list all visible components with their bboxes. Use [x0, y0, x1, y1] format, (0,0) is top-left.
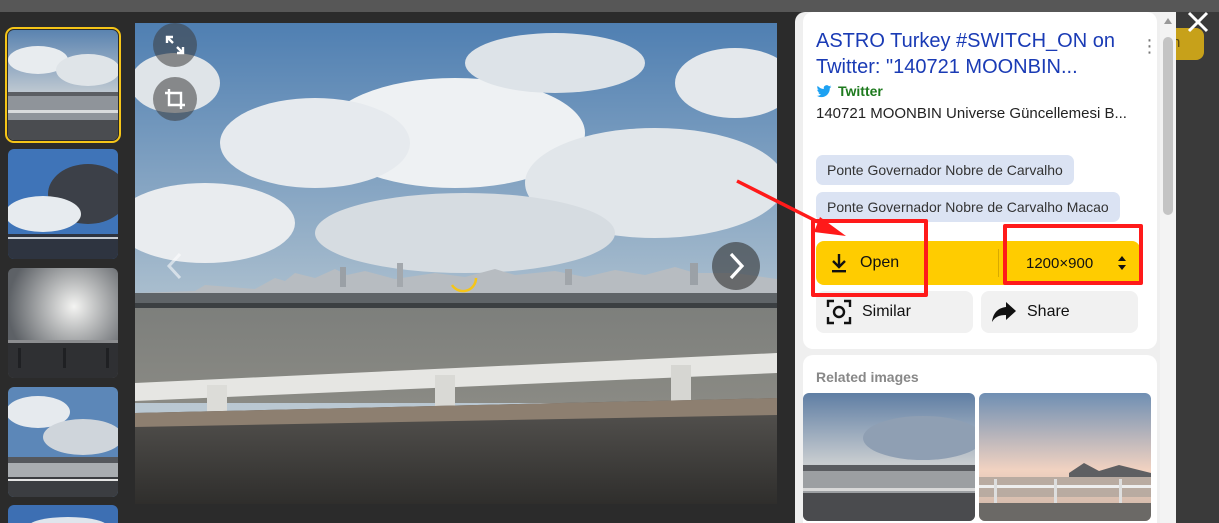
thumbnail-4[interactable] — [8, 387, 118, 497]
thumbnail-3[interactable] — [8, 268, 118, 378]
next-image-button[interactable] — [712, 242, 760, 290]
source-name: Twitter — [838, 83, 883, 99]
source-card: ASTRO Turkey #SWITCH_ON on Twitter: "140… — [803, 12, 1159, 349]
previous-image-button[interactable] — [151, 242, 199, 290]
similar-button[interactable]: Similar — [816, 291, 973, 333]
chevron-left-icon — [166, 252, 182, 280]
share-arrow-icon — [992, 302, 1016, 322]
thumbnail-5[interactable] — [8, 505, 118, 523]
camera-lens-icon — [826, 299, 852, 325]
thumbnail-2[interactable] — [8, 149, 118, 259]
related-image-1[interactable] — [803, 393, 975, 521]
panel-scrollbar[interactable] — [1160, 12, 1176, 523]
similar-label: Similar — [862, 303, 911, 320]
related-images-title: Related images — [816, 369, 919, 385]
twitter-bird-icon — [816, 85, 832, 98]
expand-button[interactable] — [153, 23, 197, 67]
thumbnail-strip — [0, 12, 128, 523]
highlight-size-box — [1003, 224, 1143, 285]
more-options-button[interactable]: ⋮ — [1139, 34, 1159, 58]
main-image-viewer[interactable] — [135, 23, 777, 504]
thumbnail-1[interactable] — [5, 27, 121, 143]
tag-ponte-governador-macao[interactable]: Ponte Governador Nobre de Carvalho Macao — [816, 192, 1120, 222]
chevron-right-icon — [729, 252, 745, 280]
share-label: Share — [1027, 303, 1070, 320]
result-title-link[interactable]: ASTRO Turkey #SWITCH_ON on Twitter: "140… — [816, 28, 1126, 80]
close-icon[interactable] — [1184, 8, 1212, 36]
related-images-card: Related images — [803, 355, 1157, 523]
crop-icon — [165, 89, 185, 109]
more-vertical-icon: ⋮ — [1140, 36, 1159, 56]
viewer-top-strip — [0, 0, 1219, 12]
scrollbar-thumb[interactable] — [1163, 37, 1173, 215]
loading-spinner-icon — [450, 277, 478, 293]
crop-button[interactable] — [153, 77, 197, 121]
related-image-2[interactable] — [979, 393, 1151, 521]
share-button[interactable]: Share — [981, 291, 1138, 333]
tag-ponte-governador[interactable]: Ponte Governador Nobre de Carvalho — [816, 155, 1074, 185]
expand-icon — [165, 35, 185, 55]
scroll-up-arrow-icon[interactable] — [1164, 18, 1172, 24]
source-link[interactable]: Twitter — [816, 82, 883, 100]
highlight-open-box — [811, 219, 928, 297]
result-description: 140721 MOONBIN Universe Güncellemesi B..… — [816, 105, 1127, 122]
